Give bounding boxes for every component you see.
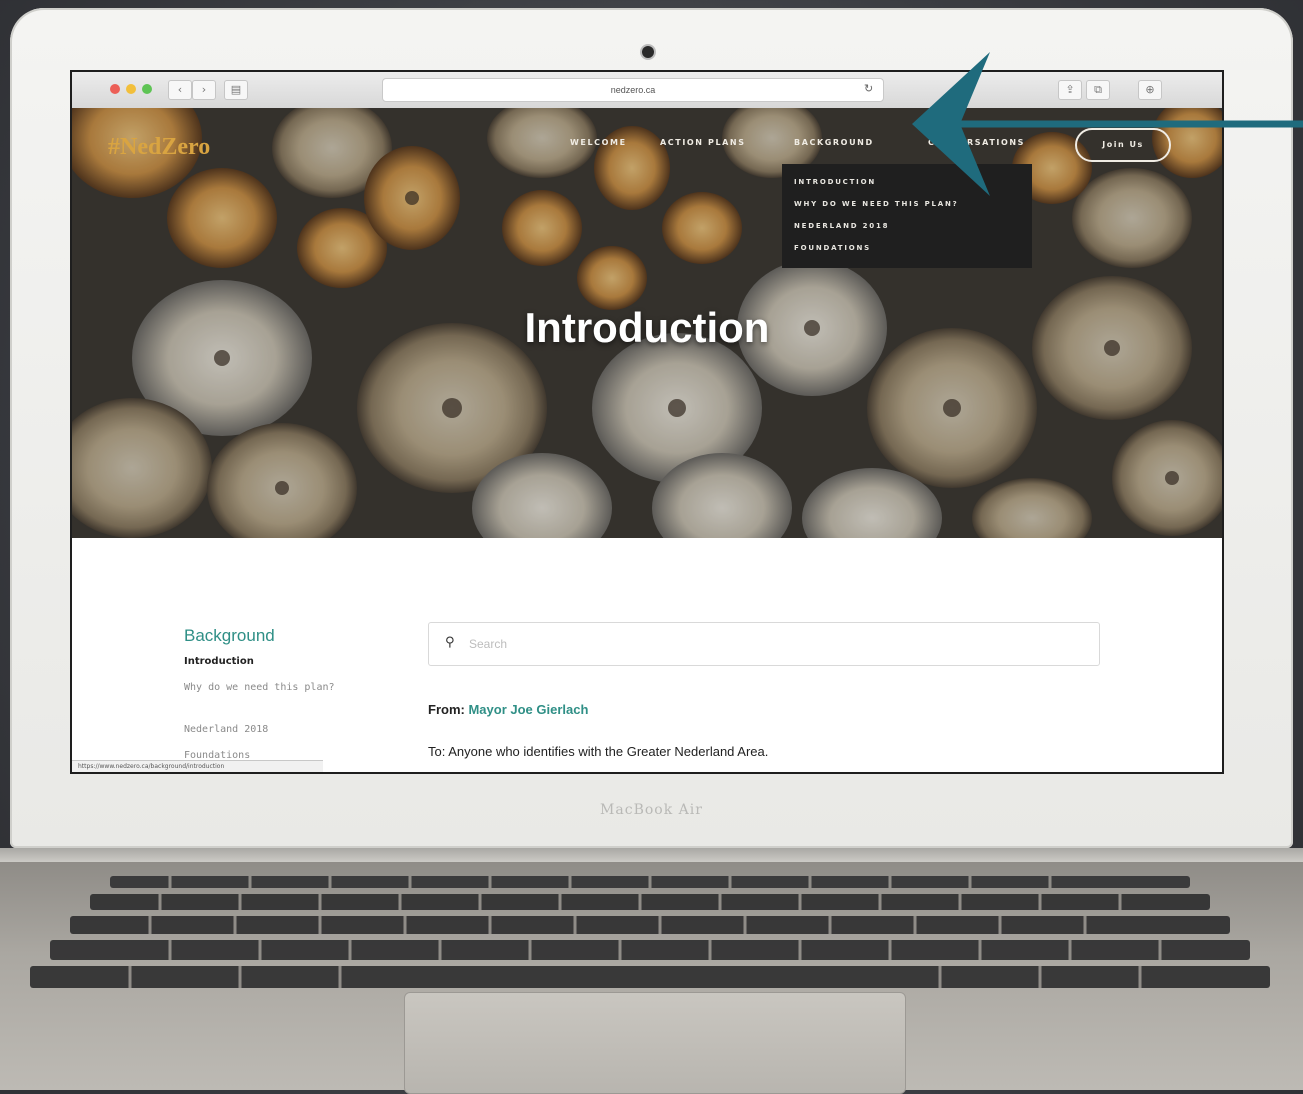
download-button[interactable]: ⊕ (1138, 80, 1162, 100)
from-name-link[interactable]: Mayor Joe Gierlach (468, 702, 588, 717)
sidebar-heading: Background (184, 626, 275, 645)
share-button[interactable]: ⇪ (1058, 80, 1082, 100)
dropdown-item-foundations[interactable]: Foundations (794, 244, 871, 252)
forward-button[interactable]: › (192, 80, 216, 100)
nav-welcome[interactable]: Welcome (570, 138, 627, 147)
maximize-window-icon[interactable] (142, 84, 152, 94)
trackpad (404, 992, 906, 1094)
browser-status-bar: https://www.nedzero.ca/background/introd… (72, 760, 323, 772)
dropdown-item-introduction[interactable]: Introduction (794, 178, 876, 186)
search-input[interactable] (467, 631, 1071, 657)
browser-toolbar: ‹ › ▤ ◆ nedzero.ca ↻ ⇪ ⧉ ⊕ (72, 72, 1222, 109)
page-title: Introduction (524, 304, 770, 351)
back-button[interactable]: ‹ (168, 80, 192, 100)
search-icon: ⚲ (445, 635, 455, 650)
sidebar-item-nederland-2018[interactable]: Nederland 2018 (184, 724, 268, 736)
address-text: nedzero.ca (610, 85, 656, 95)
join-us-button[interactable]: Join Us (1075, 128, 1171, 162)
nav-action-plans[interactable]: Action Plans (660, 138, 746, 147)
nav-conversations[interactable]: Conversations (928, 138, 1025, 147)
close-window-icon[interactable] (110, 84, 120, 94)
sidebar-item-why-plan[interactable]: Why do we need this plan? (184, 682, 364, 694)
letter-from: From: Mayor Joe Gierlach (428, 702, 588, 717)
device-label: MacBook Air (600, 802, 703, 818)
letter-to: To: Anyone who identifies with the Great… (428, 744, 769, 759)
site-logo[interactable]: #NedZero (108, 134, 210, 161)
sidebar-item-introduction[interactable]: Introduction (184, 656, 254, 668)
nav-background[interactable]: Background (794, 138, 874, 147)
address-bar[interactable]: nedzero.ca (382, 78, 884, 102)
minimize-window-icon[interactable] (126, 84, 136, 94)
background-dropdown-menu: Introduction Why do we need this plan? N… (782, 164, 1032, 268)
dropdown-item-why-plan[interactable]: Why do we need this plan? (794, 200, 959, 208)
tabs-button[interactable]: ⧉ (1086, 80, 1110, 100)
hero-banner: #NedZero Welcome Action Plans Background… (72, 108, 1222, 538)
search-box: ⚲ (428, 622, 1100, 666)
camera-icon (642, 46, 654, 58)
main-content: Background Introduction Why do we need t… (72, 538, 1222, 772)
dropdown-item-nederland-2018[interactable]: Nederland 2018 (794, 222, 889, 230)
from-label: From: (428, 702, 465, 717)
sidebar-toggle-button[interactable]: ▤ (224, 80, 248, 100)
laptop-screen: ‹ › ▤ ◆ nedzero.ca ↻ ⇪ ⧉ ⊕ (72, 72, 1222, 772)
reload-icon[interactable]: ↻ (864, 78, 873, 100)
